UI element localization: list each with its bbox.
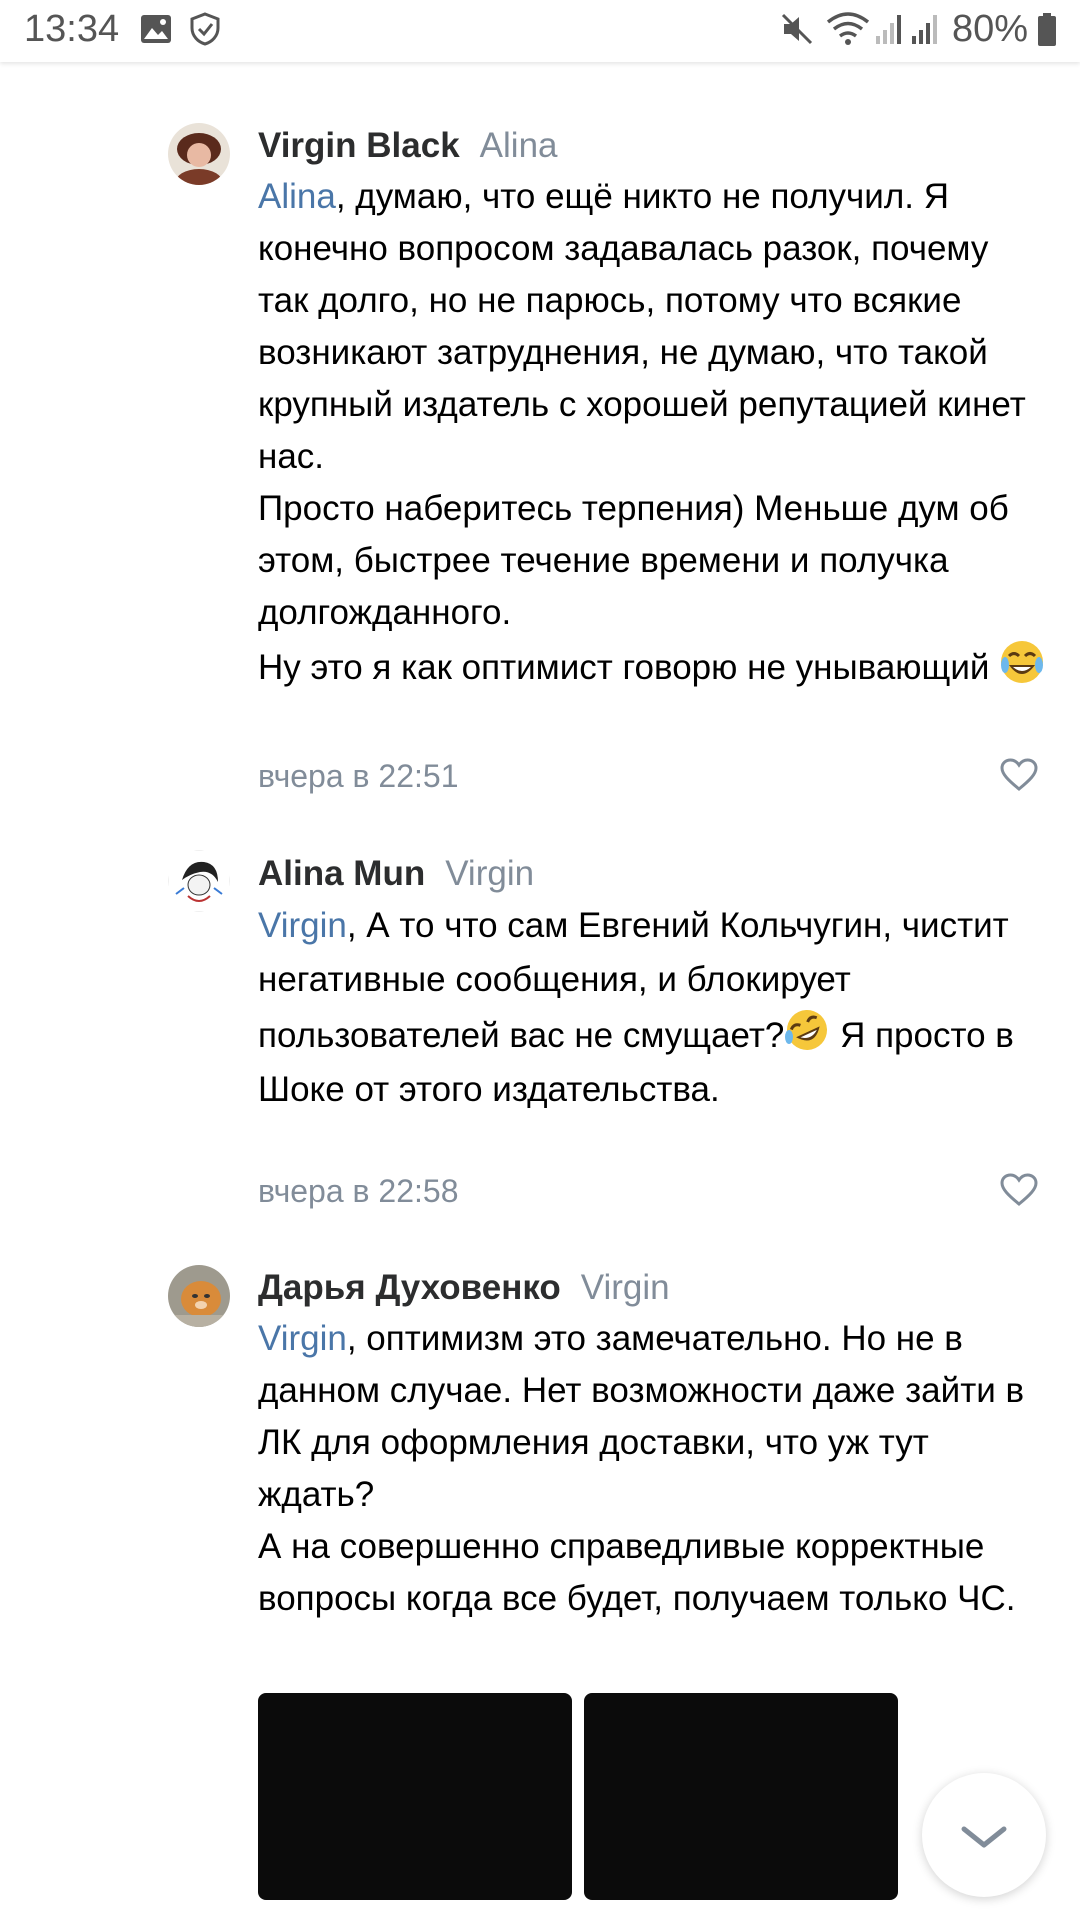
- scroll-down-button[interactable]: [922, 1773, 1046, 1897]
- author-name[interactable]: Alina Mun: [258, 854, 425, 893]
- comment-header: Дарья Духовенко Virgin: [258, 1268, 670, 1308]
- text-line: , оптимизм это замечательно. Но не в дан…: [258, 1319, 1025, 1514]
- signal-icon: [876, 15, 901, 44]
- status-bar: 13:34 80%: [0, 0, 1080, 62]
- mention-link[interactable]: Virgin: [258, 906, 347, 945]
- rolling-laughing-emoji: [785, 1010, 828, 1050]
- reply-to[interactable]: Alina: [480, 126, 558, 165]
- mention-link[interactable]: Alina: [258, 177, 336, 216]
- battery-icon: [1038, 13, 1056, 46]
- author-name[interactable]: Дарья Духовенко: [258, 1268, 561, 1307]
- status-time: 13:34: [24, 8, 120, 50]
- avatar[interactable]: [168, 123, 230, 185]
- chevron-down-icon: [961, 1826, 1007, 1848]
- comment-text: Virgin, А то что сам Евгений Кольчугин, …: [258, 899, 1048, 1117]
- text-line: , думаю, что ещё никто не получил. Я кон…: [258, 177, 1026, 476]
- text-line: А на совершенно справедливые корректные …: [258, 1527, 1016, 1618]
- text-line: Просто наберитесь терпения) Меньше дум о…: [258, 489, 1009, 632]
- reply-to[interactable]: Virgin: [445, 854, 534, 893]
- author-name[interactable]: Virgin Black: [258, 126, 460, 165]
- shield-icon: [190, 12, 220, 46]
- comment-time[interactable]: вчера в 22:58: [258, 1173, 458, 1210]
- wifi-icon: [826, 12, 870, 45]
- mute-icon: [781, 13, 813, 45]
- mention-link[interactable]: Virgin: [258, 1319, 347, 1358]
- avatar[interactable]: [168, 1265, 230, 1327]
- reply-to[interactable]: Virgin: [581, 1268, 670, 1307]
- text-line: Ну это я как оптимист говорю не унывающи…: [258, 648, 990, 687]
- heart-outline-icon[interactable]: [1000, 1173, 1038, 1207]
- tears-of-joy-emoji: [1001, 641, 1044, 683]
- heart-outline-icon[interactable]: [1000, 758, 1038, 792]
- comment-header: Alina Mun Virgin: [258, 854, 534, 894]
- comment-header: Virgin Black Alina: [258, 126, 558, 166]
- signal-icon-2: [912, 15, 937, 44]
- attached-photo[interactable]: [584, 1693, 898, 1900]
- avatar[interactable]: [168, 850, 230, 912]
- comment-text: Alina, думаю, что ещё никто не получил. …: [258, 171, 1048, 694]
- comment-text: Virgin, оптимизм это замечательно. Но не…: [258, 1313, 1048, 1625]
- comment-time[interactable]: вчера в 22:51: [258, 758, 458, 795]
- battery-percent: 80%: [952, 8, 1029, 50]
- gallery-icon: [141, 15, 171, 43]
- attached-photo[interactable]: [258, 1693, 572, 1900]
